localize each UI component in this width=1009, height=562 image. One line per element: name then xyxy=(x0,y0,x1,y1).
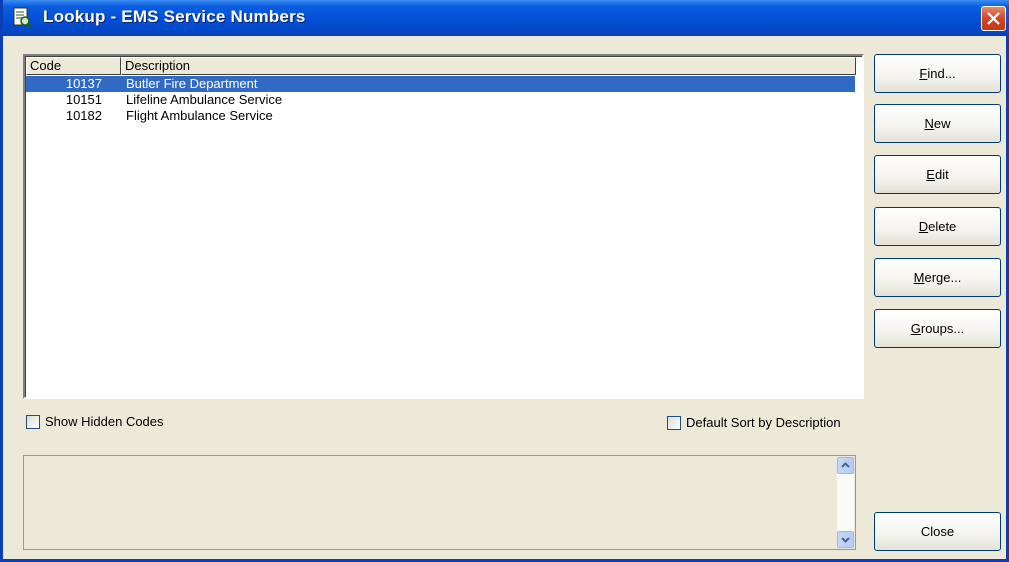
close-button[interactable]: Close xyxy=(874,512,1001,551)
window-title: Lookup - EMS Service Numbers xyxy=(43,7,306,26)
list-row[interactable]: 10182 Flight Ambulance Service xyxy=(26,108,855,124)
merge-button[interactable]: Merge... xyxy=(874,258,1001,297)
groups-mnemonic: G xyxy=(910,321,921,336)
scroll-down-arrow-icon xyxy=(841,537,850,543)
scroll-down-button[interactable] xyxy=(837,531,854,548)
groups-label: roups... xyxy=(920,321,965,336)
find-label: ind... xyxy=(927,66,956,81)
row-description: Lifeline Ambulance Service xyxy=(126,92,283,107)
edit-mnemonic: E xyxy=(926,167,935,182)
row-code: 10137 xyxy=(65,76,102,91)
row-description: Butler Fire Department xyxy=(126,76,258,91)
close-icon xyxy=(987,12,1000,25)
column-header-code[interactable]: Code xyxy=(26,57,121,75)
scroll-up-arrow-icon xyxy=(841,462,850,468)
new-button[interactable]: New xyxy=(874,104,1001,143)
show-hidden-codes-checkbox[interactable] xyxy=(26,415,40,429)
row-code: 10151 xyxy=(65,92,102,107)
codes-list[interactable]: Code Description 10137 Butler Fire Depar… xyxy=(23,54,864,399)
list-row[interactable]: 10151 Lifeline Ambulance Service xyxy=(26,92,855,108)
lookup-document-icon xyxy=(12,7,34,29)
memo-box[interactable] xyxy=(23,455,856,550)
show-hidden-codes-label[interactable]: Show Hidden Codes xyxy=(45,414,164,429)
row-code: 10182 xyxy=(65,108,102,123)
list-row[interactable]: 10137 Butler Fire Department xyxy=(26,76,855,92)
edit-button[interactable]: Edit xyxy=(874,155,1001,194)
delete-mnemonic: D xyxy=(918,219,929,234)
merge-label: erge... xyxy=(924,270,962,285)
row-description: Flight Ambulance Service xyxy=(126,108,273,123)
default-sort-label[interactable]: Default Sort by Description xyxy=(686,415,841,430)
default-sort-checkbox[interactable] xyxy=(667,416,681,430)
groups-button[interactable]: Groups... xyxy=(874,309,1001,348)
edit-label: dit xyxy=(934,167,949,182)
title-bar[interactable]: Lookup - EMS Service Numbers xyxy=(3,0,1009,36)
delete-label: elete xyxy=(928,219,957,234)
memo-scrollbar[interactable] xyxy=(837,457,854,548)
new-label: ew xyxy=(933,116,951,131)
close-window-button[interactable] xyxy=(981,6,1006,31)
scroll-up-button[interactable] xyxy=(837,457,854,474)
new-mnemonic: N xyxy=(924,116,934,131)
find-button[interactable]: Find... xyxy=(874,54,1001,93)
lookup-dialog: Lookup - EMS Service Numbers Code Descri… xyxy=(0,0,1009,562)
merge-mnemonic: M xyxy=(913,270,925,285)
delete-button[interactable]: Delete xyxy=(874,207,1001,246)
column-header-description[interactable]: Description xyxy=(121,57,856,75)
